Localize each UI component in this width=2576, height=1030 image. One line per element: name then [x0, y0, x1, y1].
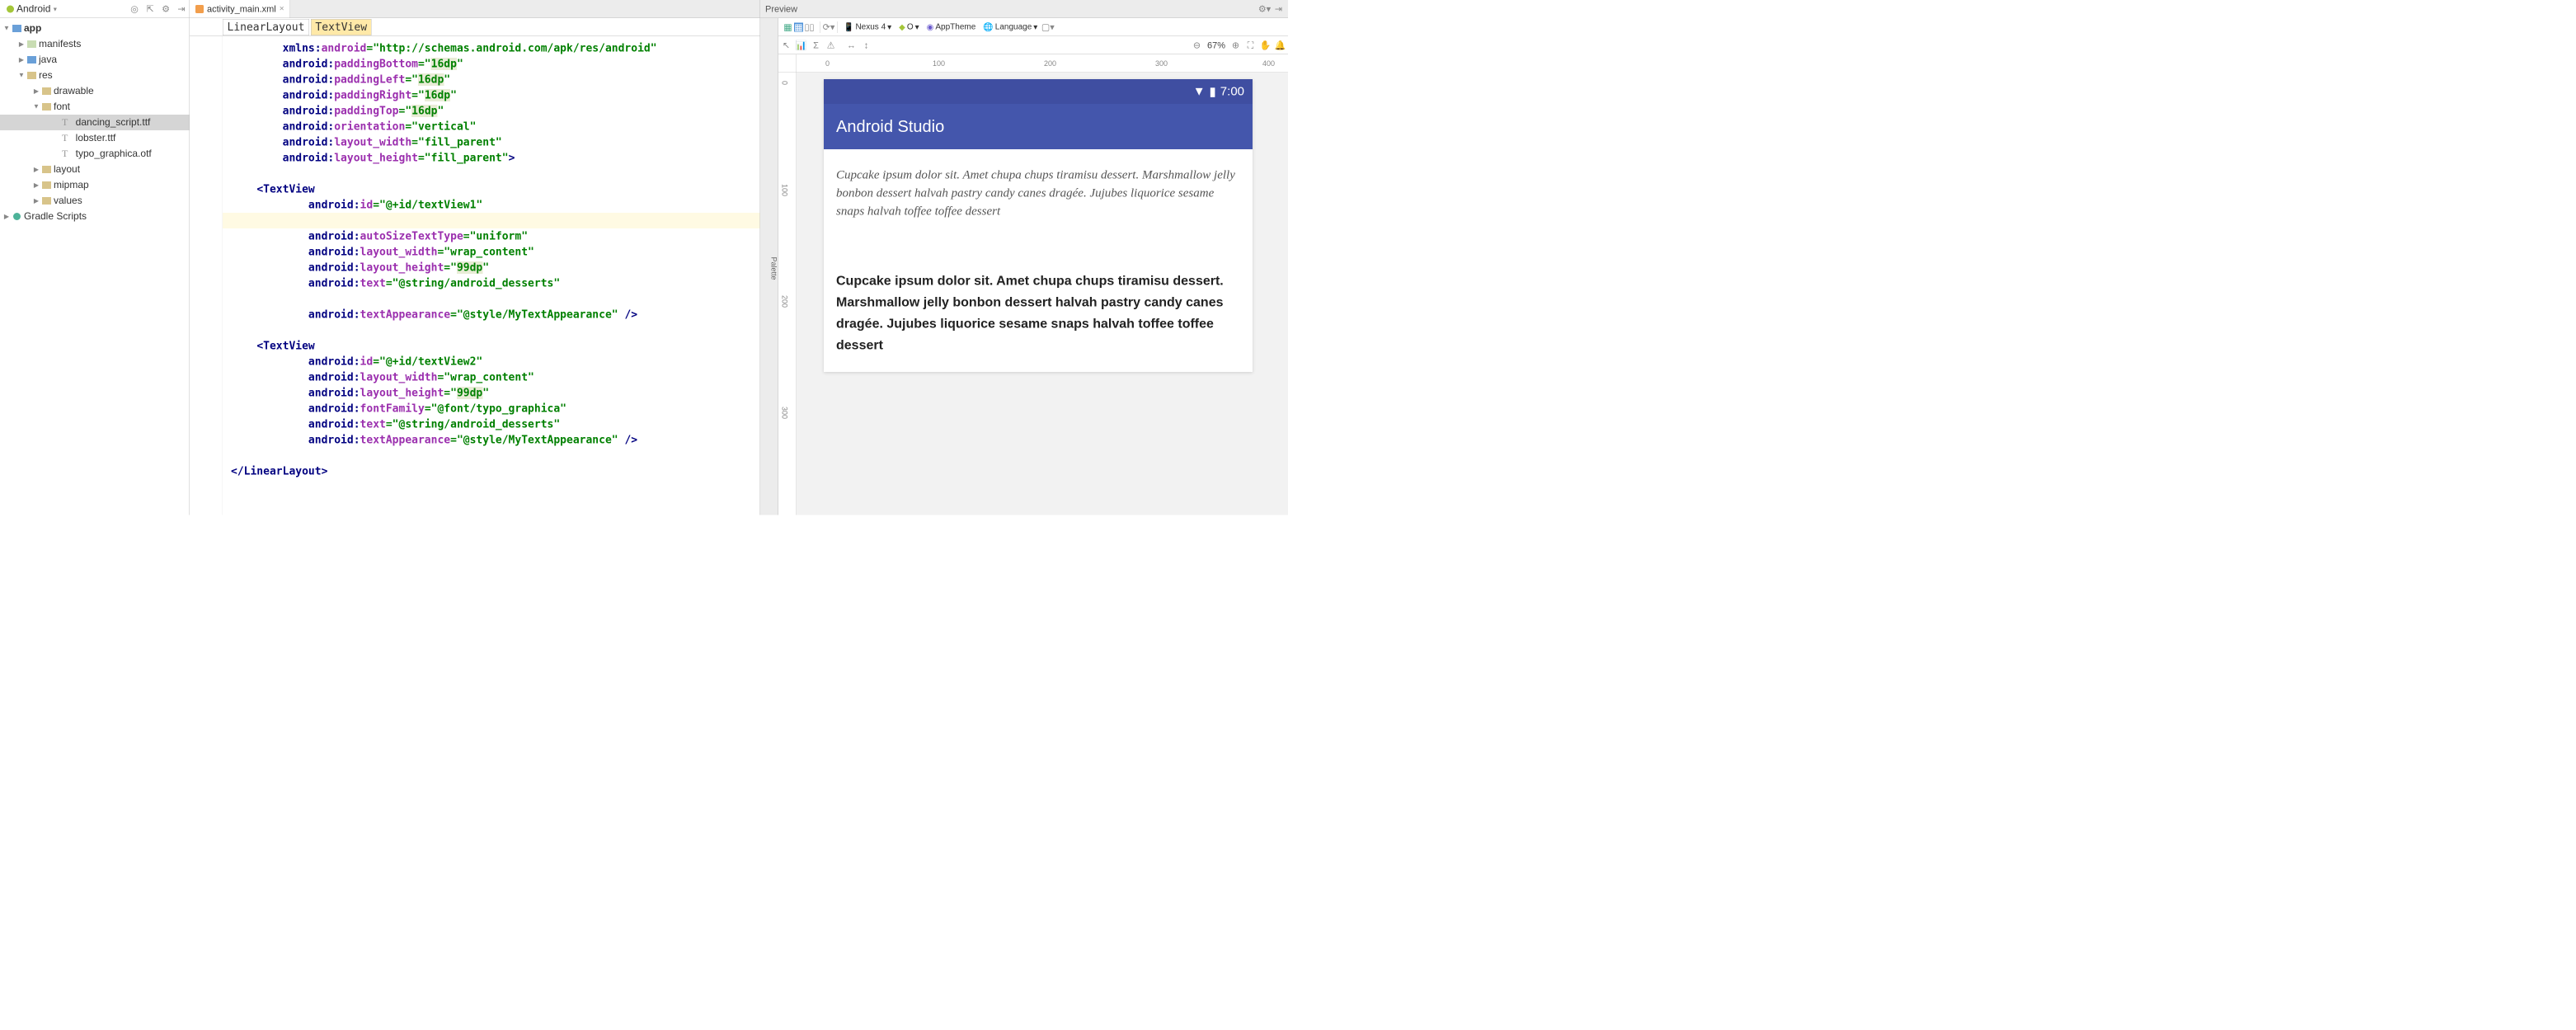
folder-icon [42, 166, 51, 173]
ruler-corner [778, 54, 797, 73]
tree-gradle[interactable]: ▶Gradle Scripts [0, 209, 190, 224]
code-editor[interactable]: xmlns:android="http://schemas.android.co… [190, 36, 760, 515]
gear-icon[interactable]: ⚙ [162, 4, 171, 13]
palette-strip[interactable]: Palette [760, 18, 778, 515]
folder-icon [27, 72, 36, 79]
fit-icon[interactable]: ⛶ [1246, 40, 1255, 49]
tree-drawable[interactable]: ▶drawable [0, 83, 190, 99]
preview-toolbar-zoom: ↖ 📊 Σ ⚠ ↔ ↕ ⊖ 67% ⊕ ⛶ ✋ 🔔 [778, 36, 1288, 54]
blueprint-view-icon[interactable]: ▦ [794, 22, 803, 31]
target-icon[interactable]: ◎ [130, 4, 139, 13]
hide-icon[interactable]: ⇥ [1274, 4, 1283, 13]
chart-icon[interactable]: 📊 [797, 40, 806, 49]
crumb-linearlayout[interactable]: LinearLayout [223, 19, 309, 35]
battery-icon: ▮ [1210, 84, 1216, 99]
android-icon [6, 4, 15, 13]
editor-pane: activity_main.xml × LinearLayout TextVie… [190, 0, 760, 515]
zoom-in-icon[interactable]: ⊕ [1231, 40, 1240, 49]
project-tree: ▼app ▶manifests ▶java ▼res ▶drawable ▼fo… [0, 18, 190, 227]
warning-icon[interactable]: ⚠ [826, 40, 835, 49]
folder-icon [42, 103, 51, 111]
folder-icon [42, 197, 51, 205]
tree-font-file[interactable]: T typo_graphica.otf [0, 146, 190, 162]
gutter [190, 36, 223, 515]
design-view-icon[interactable]: ▦ [783, 22, 792, 31]
xml-file-icon [195, 5, 204, 13]
bell-icon[interactable]: 🔔 [1276, 40, 1285, 49]
layout-variant-icon[interactable]: ▢▾ [1043, 22, 1052, 31]
font-file-icon: T [62, 148, 68, 160]
orientation-icon[interactable]: ⟳▾ [825, 22, 834, 31]
select-icon[interactable]: ↖ [782, 40, 791, 49]
module-icon [12, 25, 21, 32]
sigma-icon[interactable]: Σ [811, 40, 820, 49]
project-view-dropdown[interactable]: Android ▼ [3, 2, 60, 16]
tree-java[interactable]: ▶java [0, 52, 190, 68]
tree-font-file[interactable]: T lobster.ttf [0, 130, 190, 146]
device-dropdown[interactable]: 📱Nexus 4▾ [842, 22, 893, 33]
project-sidebar: Android ▼ ◎ ⇱ ⚙ ⇥ ▼app ▶manifests ▶java … [0, 0, 190, 515]
app-bar: Android Studio [824, 104, 1253, 149]
crumb-textview[interactable]: TextView [311, 19, 372, 35]
tree-layout[interactable]: ▶layout [0, 162, 190, 177]
device-content: Cupcake ipsum dolor sit. Amet chupa chup… [824, 149, 1253, 372]
status-bar: ▼ ▮ 7:00 [824, 79, 1253, 104]
preview-pane: Preview ⚙▾ ⇥ Palette ▦ ▦ ▯▯ ⟳▾ 📱Nexus [760, 0, 1288, 515]
preview-toolbar: ▦ ▦ ▯▯ ⟳▾ 📱Nexus 4▾ ◆O▾ ◉AppTheme 🌐Langu… [778, 18, 1288, 36]
tree-mipmap[interactable]: ▶mipmap [0, 177, 190, 193]
app-title: Android Studio [836, 117, 944, 136]
preview-header: Preview ⚙▾ ⇥ [760, 0, 1288, 18]
tree-values[interactable]: ▶values [0, 193, 190, 209]
tree-font-file[interactable]: T dancing_script.ttf [0, 115, 190, 130]
canvas-area[interactable]: 0 100 200 300 400 0 100 200 300 ▼ [778, 54, 1288, 515]
sidebar-header: Android ▼ ◎ ⇱ ⚙ ⇥ [0, 0, 190, 18]
highlighted-line [223, 213, 760, 228]
project-view-label: Android [16, 3, 50, 15]
breadcrumb: LinearLayout TextView [190, 18, 760, 36]
status-time: 7:00 [1220, 85, 1244, 99]
theme-dropdown[interactable]: ◉AppTheme [925, 22, 978, 33]
language-dropdown[interactable]: 🌐Language▾ [981, 22, 1039, 33]
gradle-icon [12, 212, 21, 221]
tree-font[interactable]: ▼font [0, 99, 190, 115]
wifi-icon: ▼ [1193, 85, 1206, 99]
font-file-icon: T [62, 117, 68, 129]
code-text: xmlns:android="http://schemas.android.co… [223, 36, 760, 515]
api-dropdown[interactable]: ◆O▾ [897, 22, 921, 33]
folder-icon [27, 56, 36, 63]
both-view-icon[interactable]: ▯▯ [805, 22, 814, 31]
zoom-out-icon[interactable]: ⊖ [1192, 40, 1201, 49]
width-icon[interactable]: ↔ [847, 40, 856, 49]
textview-2[interactable]: Cupcake ipsum dolor sit. Amet chupa chup… [836, 270, 1240, 355]
tree-app[interactable]: ▼app [0, 21, 190, 36]
hide-icon[interactable]: ⇥ [177, 4, 186, 13]
height-icon[interactable]: ↕ [862, 40, 871, 49]
editor-tabs: activity_main.xml × [190, 0, 760, 18]
folder-icon [42, 181, 51, 189]
zoom-level: 67% [1207, 40, 1225, 50]
gear-icon[interactable]: ⚙▾ [1260, 4, 1269, 13]
pan-icon[interactable]: ✋ [1261, 40, 1270, 49]
device-frame: ▼ ▮ 7:00 Android Studio Cupcake ipsum do… [824, 79, 1253, 372]
collapse-icon[interactable]: ⇱ [146, 4, 155, 13]
ruler-horizontal: 0 100 200 300 400 [797, 54, 1288, 73]
textview-1[interactable]: Cupcake ipsum dolor sit. Amet chupa chup… [836, 166, 1240, 220]
folder-icon [27, 40, 36, 48]
ruler-vertical: 0 100 200 300 [778, 73, 797, 515]
tree-manifests[interactable]: ▶manifests [0, 36, 190, 52]
font-file-icon: T [62, 133, 68, 144]
preview-title: Preview [765, 3, 797, 14]
chevron-down-icon: ▼ [52, 6, 58, 12]
folder-icon [42, 87, 51, 95]
close-icon[interactable]: × [280, 4, 284, 14]
tab-activity-main[interactable]: activity_main.xml × [190, 0, 290, 18]
tree-res[interactable]: ▼res [0, 68, 190, 83]
